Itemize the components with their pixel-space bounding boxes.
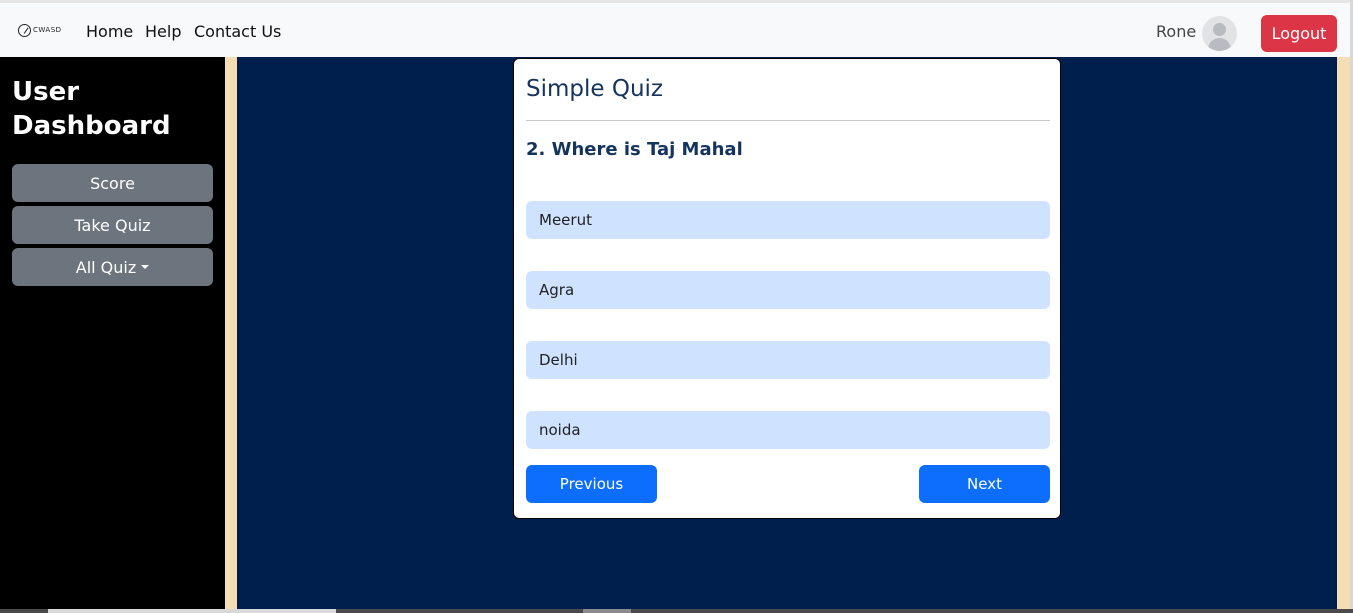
left-border-strip [225,57,237,613]
horizontal-scrollbar-thumb[interactable] [48,609,336,613]
sidebar: User Dashboard Score Take Quiz All Quiz [0,57,225,613]
previous-button[interactable]: Previous [526,465,657,503]
sidebar-score-label: Score [90,173,135,193]
horizontal-scrollbar-marker [583,609,631,613]
nav-help-link[interactable]: Help [145,22,181,41]
sidebar-all-quiz-label: All Quiz [75,257,137,277]
brand-logo[interactable]: CWASD [18,21,64,39]
next-button[interactable]: Next [919,465,1050,503]
title-divider [526,120,1050,121]
avatar-body-shape [1208,38,1231,51]
right-border-strip [1337,57,1350,613]
answer-option-3[interactable]: Delhi [526,341,1050,379]
question-text: 2. Where is Taj Mahal [526,139,743,160]
sidebar-take-quiz-label: Take Quiz [74,215,151,235]
answer-option-4[interactable]: noida [526,411,1050,449]
quiz-card: Simple Quiz 2. Where is Taj Mahal Meerut… [513,58,1061,519]
logout-button[interactable]: Logout [1261,15,1337,52]
quiz-title: Simple Quiz [526,76,663,102]
sidebar-all-quiz-dropdown[interactable]: All Quiz [12,248,213,286]
brand-text: CWASD [33,26,62,34]
user-avatar-icon[interactable] [1202,16,1237,51]
top-navbar: CWASD Home Help Contact Us Rone Logout [0,0,1353,57]
nav-home-link[interactable]: Home [86,22,133,41]
caret-down-icon [141,265,150,269]
sidebar-take-quiz-button[interactable]: Take Quiz [12,206,213,244]
username-label: Rone [1156,22,1197,41]
logo-icon [18,23,31,37]
page: CWASD Home Help Contact Us Rone Logout U… [0,0,1353,613]
nav-contact-link[interactable]: Contact Us [194,22,281,41]
avatar-head-shape [1213,23,1226,36]
sidebar-score-button[interactable]: Score [12,164,213,202]
answer-option-1[interactable]: Meerut [526,201,1050,239]
answer-option-2[interactable]: Agra [526,271,1050,309]
sidebar-title: User Dashboard [12,77,171,141]
